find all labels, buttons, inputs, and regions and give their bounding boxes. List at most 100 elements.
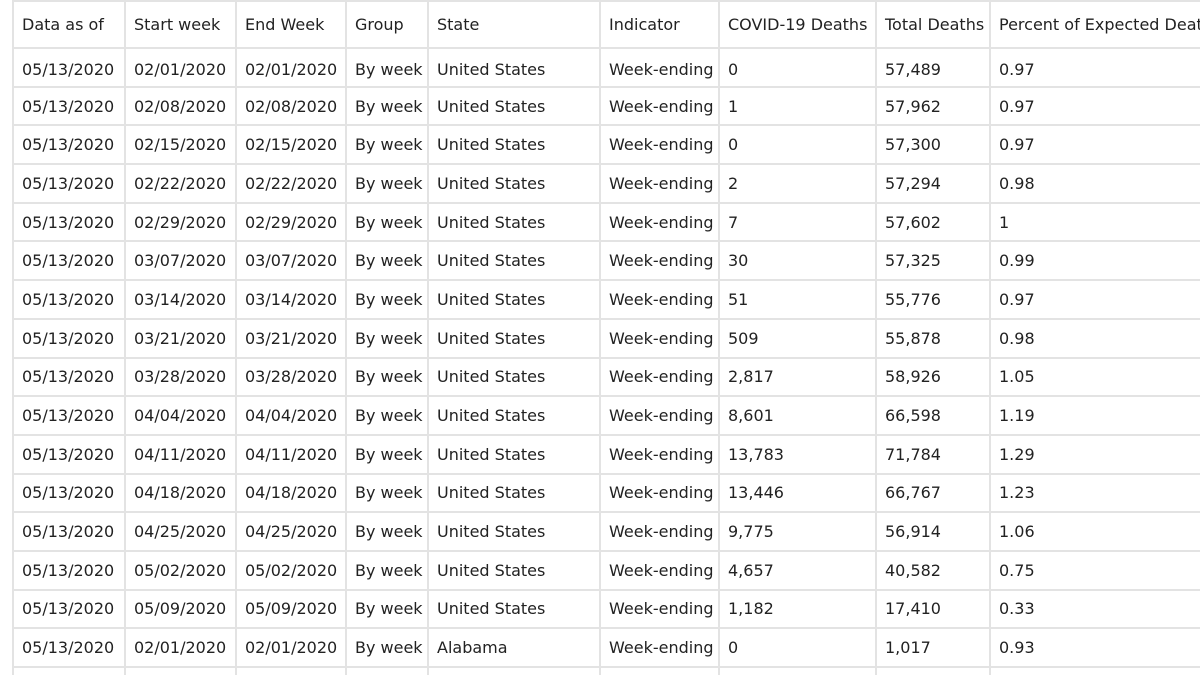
cell-total-deaths xyxy=(875,666,991,675)
cell-covid-deaths: 1,182 xyxy=(718,588,877,630)
data-table: Data as of Start week End Week Group State In… xyxy=(12,0,1200,675)
cell-covid-deaths: 0 xyxy=(718,627,877,668)
cell-start-week: 03/28/2020 xyxy=(124,356,237,398)
cell-state: United States xyxy=(427,47,601,88)
table-row: 05/13/2020 04/18/2020 04/18/2020 By week Uni… xyxy=(12,472,1200,514)
cell-group: By week xyxy=(345,395,429,436)
cell-total-deaths: 17,410 xyxy=(875,588,991,630)
cell-total-deaths: 55,878 xyxy=(875,317,991,359)
table-row: 05/13/2020 02/01/2020 02/01/2020 By week Uni… xyxy=(12,47,1200,88)
cell-end-week xyxy=(235,666,347,675)
table-row: 05/13/2020 05/02/2020 05/02/2020 By week Uni… xyxy=(12,549,1200,591)
cell-indicator: Week-ending xyxy=(599,163,720,204)
cell-state: United States xyxy=(427,201,601,243)
cell-end-week: 03/28/2020 xyxy=(235,356,347,398)
cell-percent-expected-deaths: 1.23 xyxy=(989,472,1200,514)
cell-end-week: 02/01/2020 xyxy=(235,627,347,668)
cell-group: By week xyxy=(345,549,429,591)
column-header-state: State xyxy=(427,0,601,49)
cell-indicator: Week-ending xyxy=(599,588,720,630)
table-row: 05/13/2020 05/09/2020 05/09/2020 By week Uni… xyxy=(12,588,1200,630)
cell-covid-deaths: 13,783 xyxy=(718,433,877,475)
cell-end-week: 05/09/2020 xyxy=(235,588,347,630)
cell-data-as-of: 05/13/2020 xyxy=(12,433,126,475)
cell-covid-deaths: 30 xyxy=(718,240,877,282)
cell-total-deaths: 57,300 xyxy=(875,124,991,166)
cell-data-as-of: 05/13/2020 xyxy=(12,47,126,88)
cell-group: By week xyxy=(345,472,429,514)
table-row: 05/13/2020 02/22/2020 02/22/2020 By week Uni… xyxy=(12,163,1200,204)
cell-percent-expected-deaths: 0.98 xyxy=(989,317,1200,359)
cell-state: United States xyxy=(427,472,601,514)
cell-group: By week xyxy=(345,588,429,630)
cell-state: United States xyxy=(427,356,601,398)
cell-group: By week xyxy=(345,240,429,282)
data-table-viewport[interactable]: Data as of Start week End Week Group State In… xyxy=(0,0,1200,675)
cell-data-as-of: 05/13/2020 xyxy=(12,124,126,166)
cell-indicator: Week-ending xyxy=(599,549,720,591)
cell-covid-deaths: 9,775 xyxy=(718,511,877,552)
cell-group: By week xyxy=(345,317,429,359)
cell-indicator: Week-ending xyxy=(599,279,720,320)
table-row: 05/13/2020 02/01/2020 02/01/2020 By week Ala… xyxy=(12,627,1200,668)
cell-percent-expected-deaths: 0.97 xyxy=(989,279,1200,320)
cell-indicator: Week-ending xyxy=(599,627,720,668)
cell-percent-expected-deaths: 0.97 xyxy=(989,85,1200,127)
cell-group: By week xyxy=(345,433,429,475)
cell-covid-deaths: 4,657 xyxy=(718,549,877,591)
cell-percent-expected-deaths: 1 xyxy=(989,201,1200,243)
cell-percent-expected-deaths: 1.06 xyxy=(989,511,1200,552)
cell-group: By week xyxy=(345,627,429,668)
cell-total-deaths: 66,598 xyxy=(875,395,991,436)
cell-start-week: 05/09/2020 xyxy=(124,588,237,630)
cell-total-deaths: 57,489 xyxy=(875,47,991,88)
cell-state: United States xyxy=(427,317,601,359)
cell-group: By week xyxy=(345,511,429,552)
cell-covid-deaths xyxy=(718,666,877,675)
cell-covid-deaths: 509 xyxy=(718,317,877,359)
cell-data-as-of: 05/13/2020 xyxy=(12,356,126,398)
cell-start-week: 05/02/2020 xyxy=(124,549,237,591)
cell-data-as-of xyxy=(12,666,126,675)
cell-indicator xyxy=(599,666,720,675)
cell-percent-expected-deaths: 1.05 xyxy=(989,356,1200,398)
cell-state: United States xyxy=(427,549,601,591)
cell-state: United States xyxy=(427,240,601,282)
cell-covid-deaths: 7 xyxy=(718,201,877,243)
cell-indicator: Week-ending xyxy=(599,47,720,88)
cell-state: United States xyxy=(427,163,601,204)
cell-total-deaths: 56,914 xyxy=(875,511,991,552)
column-header-group: Group xyxy=(345,0,429,49)
cell-end-week: 05/02/2020 xyxy=(235,549,347,591)
cell-end-week: 03/14/2020 xyxy=(235,279,347,320)
cell-indicator: Week-ending xyxy=(599,124,720,166)
cell-start-week: 04/11/2020 xyxy=(124,433,237,475)
cell-state: United States xyxy=(427,124,601,166)
cell-state: United States xyxy=(427,395,601,436)
cell-percent-expected-deaths: 1.29 xyxy=(989,433,1200,475)
cell-covid-deaths: 2 xyxy=(718,163,877,204)
table-row: 05/13/2020 02/15/2020 02/15/2020 By week Uni… xyxy=(12,124,1200,166)
cell-state xyxy=(427,666,601,675)
cell-indicator: Week-ending xyxy=(599,201,720,243)
cell-start-week: 04/25/2020 xyxy=(124,511,237,552)
column-header-total-deaths: Total Deaths xyxy=(875,0,991,49)
cell-percent-expected-deaths: 0.33 xyxy=(989,588,1200,630)
cell-group xyxy=(345,666,429,675)
cell-data-as-of: 05/13/2020 xyxy=(12,317,126,359)
cell-group: By week xyxy=(345,201,429,243)
table-row: 05/13/2020 03/14/2020 03/14/2020 By week Uni… xyxy=(12,279,1200,320)
cell-covid-deaths: 0 xyxy=(718,124,877,166)
table-row: 05/13/2020 02/29/2020 02/29/2020 By week Uni… xyxy=(12,201,1200,243)
table-row: 05/13/2020 04/25/2020 04/25/2020 By week Uni… xyxy=(12,511,1200,552)
column-header-covid-deaths: COVID-19 Deaths xyxy=(718,0,877,49)
cell-indicator: Week-ending xyxy=(599,433,720,475)
cell-state: United States xyxy=(427,588,601,630)
cell-percent-expected-deaths xyxy=(989,666,1200,675)
cell-group: By week xyxy=(345,124,429,166)
cell-covid-deaths: 0 xyxy=(718,47,877,88)
cell-end-week: 03/21/2020 xyxy=(235,317,347,359)
cell-data-as-of: 05/13/2020 xyxy=(12,163,126,204)
cell-group: By week xyxy=(345,163,429,204)
cell-start-week: 02/29/2020 xyxy=(124,201,237,243)
